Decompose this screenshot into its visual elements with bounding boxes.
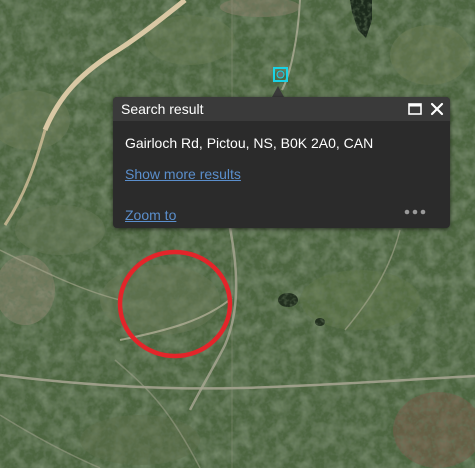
red-circle-annotation-icon (117, 249, 233, 359)
result-address: Gairloch Rd, Pictou, NS, B0K 2A0, CAN (125, 135, 374, 151)
search-result-popup: Search result Gairloch Rd, Pictou, NS, B… (113, 97, 450, 228)
square-location-marker-icon[interactable] (273, 67, 288, 82)
show-more-results-link[interactable]: Show more results (125, 166, 241, 182)
popup-header: Search result (113, 97, 450, 121)
popup-title: Search result (121, 101, 204, 117)
maximize-icon[interactable] (408, 103, 422, 115)
zoom-to-link[interactable]: Zoom to (125, 207, 176, 223)
close-icon[interactable] (430, 102, 444, 116)
popup-pointer (272, 86, 284, 97)
more-options-icon[interactable] (403, 205, 427, 219)
satellite-imagery (0, 0, 475, 468)
satellite-map[interactable]: Search result Gairloch Rd, Pictou, NS, B… (0, 0, 475, 468)
